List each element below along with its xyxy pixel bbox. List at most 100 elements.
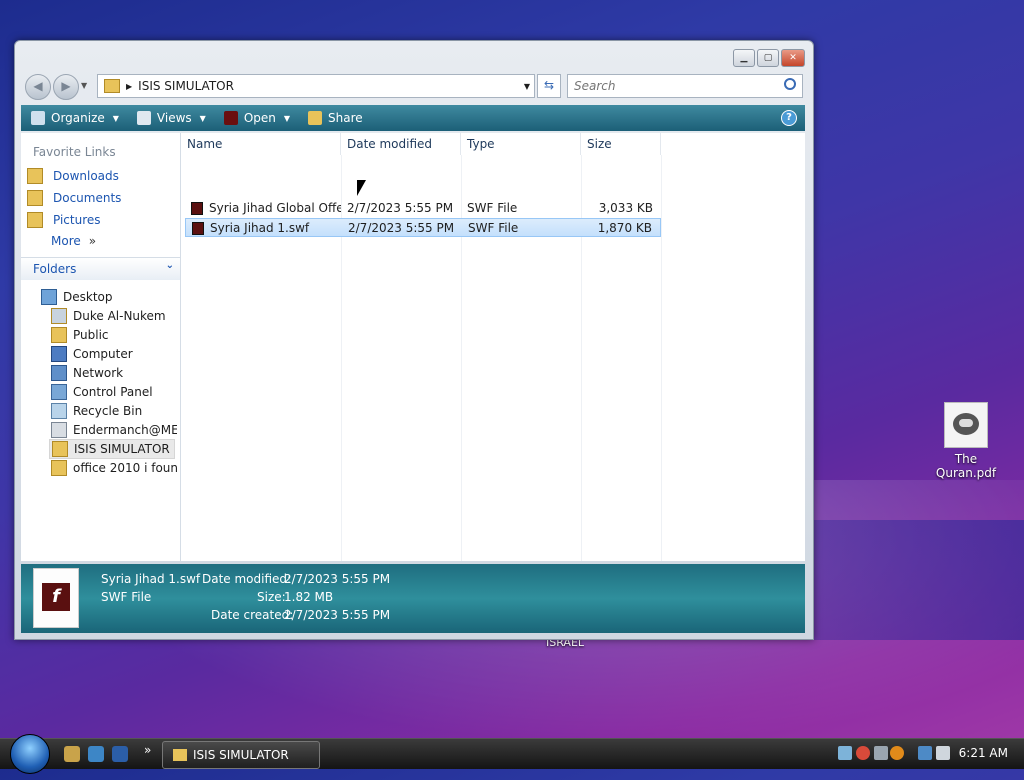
tree-item-label: Public (73, 328, 109, 342)
file-type: SWF File (467, 201, 518, 215)
tree-item-desktop[interactable]: Desktop (41, 288, 113, 306)
tray-icon[interactable] (838, 746, 852, 760)
recycle-bin-icon (51, 403, 67, 419)
tree-item-label: Duke Al-Nukem (73, 309, 166, 323)
start-button[interactable] (10, 734, 50, 774)
file-name-cell: Syria Jihad Global Offe... (191, 199, 341, 218)
forward-arrow-icon: ▶ (61, 79, 71, 93)
volume-icon[interactable] (936, 746, 950, 760)
favorite-documents[interactable]: Documents (27, 190, 121, 206)
flash-icon: f (42, 583, 70, 611)
favorite-more[interactable]: More » (51, 234, 96, 248)
desktop-icon (41, 289, 57, 305)
help-icon: ? (786, 112, 792, 123)
address-dropdown-icon[interactable]: ▼ (524, 82, 530, 91)
search-box[interactable] (567, 74, 803, 98)
tree-item-label: Recycle Bin (73, 404, 143, 418)
column-header-size[interactable]: Size (581, 133, 661, 155)
views-label: Views (156, 111, 192, 125)
refresh-icon: ⇆ (543, 78, 555, 92)
details-size: 1.82 MB (284, 590, 334, 604)
pictures-folder-icon (27, 212, 43, 228)
file-size: 3,033 KB (598, 201, 653, 215)
show-desktop-icon[interactable] (112, 746, 128, 762)
tree-item-public[interactable]: Public (51, 326, 109, 344)
favorite-label: Documents (53, 191, 122, 205)
open-button[interactable]: Open ▼ (223, 111, 290, 125)
tree-item-user[interactable]: Duke Al-Nukem (51, 307, 166, 325)
desktop-icon-quran-pdf[interactable]: The Quran.pdf (930, 402, 1002, 480)
details-size-label: Size: (257, 590, 286, 604)
tree-item-isis-simulator[interactable]: ISIS SIMULATOR (49, 439, 175, 459)
navigation-pane: Favorite Links Downloads Documents Pictu… (21, 133, 181, 561)
column-header-name[interactable]: Name (181, 133, 341, 155)
security-alert-icon[interactable] (856, 746, 870, 760)
ie-icon[interactable] (88, 746, 104, 762)
breadcrumb-arrow-icon[interactable]: ▶ (126, 82, 132, 91)
documents-folder-icon (27, 190, 43, 206)
folder-icon (51, 327, 67, 343)
favorite-pictures[interactable]: Pictures (27, 212, 101, 228)
tray-icon[interactable] (874, 746, 888, 760)
clock[interactable]: 6:21 AM (959, 746, 1008, 760)
favorite-downloads[interactable]: Downloads (27, 168, 119, 184)
tree-item-label: Control Panel (73, 385, 153, 399)
table-row-selected[interactable]: Syria Jihad 1.swf 2/7/2023 5:55 PM SWF F… (185, 218, 661, 237)
tree-item-computer[interactable]: Computer (51, 345, 133, 363)
taskbar-window-button[interactable]: ISIS SIMULATOR (162, 741, 320, 769)
tree-item-recycle-bin[interactable]: Recycle Bin (51, 402, 142, 420)
help-button[interactable]: ? (781, 110, 797, 126)
flash-icon (223, 111, 238, 125)
favorite-label: Pictures (53, 213, 101, 227)
forward-button[interactable]: ▶ (53, 74, 79, 100)
organize-icon (31, 111, 45, 125)
views-button[interactable]: Views ▼ (136, 111, 206, 125)
address-bar[interactable]: ▶ ISIS SIMULATOR ▼ (97, 74, 535, 98)
chevron-down-icon: ⌄ (165, 260, 174, 271)
tree-item-label: Computer (73, 347, 133, 361)
minimize-icon: ▁ (740, 53, 748, 63)
search-icon[interactable] (890, 746, 904, 760)
back-button[interactable]: ◀ (25, 74, 51, 100)
share-icon (308, 111, 323, 125)
computer-icon (51, 346, 67, 362)
maximize-button[interactable]: ▢ (757, 49, 779, 67)
refresh-button[interactable]: ⇆ (537, 74, 561, 98)
search-input[interactable] (572, 78, 776, 94)
file-size: 1,870 KB (597, 221, 652, 235)
file-name-cell: Syria Jihad 1.swf (192, 219, 342, 238)
tree-item-endermanch[interactable]: Endermanch@MEM (51, 421, 177, 439)
swf-file-icon (191, 202, 203, 215)
maximize-icon: ▢ (763, 53, 773, 63)
table-row[interactable]: Syria Jihad Global Offe... 2/7/2023 5:55… (185, 199, 661, 218)
chevron-down-icon: ▼ (112, 113, 119, 123)
command-toolbar: Organize ▼ Views ▼ Open ▼ Share ? (21, 105, 805, 131)
minimize-button[interactable]: ▁ (733, 49, 755, 67)
organize-button[interactable]: Organize ▼ (31, 111, 119, 125)
details-date-modified: 2/7/2023 5:55 PM (284, 572, 391, 586)
recent-pages-chevron-icon[interactable]: ▼ (81, 81, 87, 90)
search-icon[interactable] (784, 78, 796, 90)
tree-item-control-panel[interactable]: Control Panel (51, 383, 153, 401)
tree-item-office-2010[interactable]: office 2010 i found c (51, 459, 177, 477)
window-controls: ▁ ▢ ✕ (733, 49, 805, 67)
taskbar: » ISIS SIMULATOR 6:21 AM (0, 734, 1024, 774)
tree-item-network[interactable]: Network (51, 364, 123, 382)
views-icon (136, 111, 151, 125)
file-date: 2/7/2023 5:55 PM (347, 201, 454, 215)
share-button[interactable]: Share (308, 111, 363, 125)
column-header-type[interactable]: Type (461, 133, 581, 155)
folders-header[interactable]: Folders ⌄ (21, 257, 180, 280)
network-icon[interactable] (918, 746, 932, 760)
column-header-date-modified[interactable]: Date modified (341, 133, 461, 155)
network-drive-icon (51, 422, 67, 438)
address-path[interactable]: ISIS SIMULATOR (138, 79, 234, 93)
file-type: SWF File (468, 221, 519, 235)
tree-item-label: Endermanch@MEM (73, 423, 177, 437)
quick-launch-icon[interactable] (64, 746, 80, 762)
tree-item-label: Network (73, 366, 124, 380)
details-date-modified-label: Date modified: (202, 572, 292, 586)
quick-launch-overflow-icon[interactable]: » (144, 743, 151, 757)
close-button[interactable]: ✕ (781, 49, 805, 67)
file-thumbnail: f (33, 568, 79, 628)
